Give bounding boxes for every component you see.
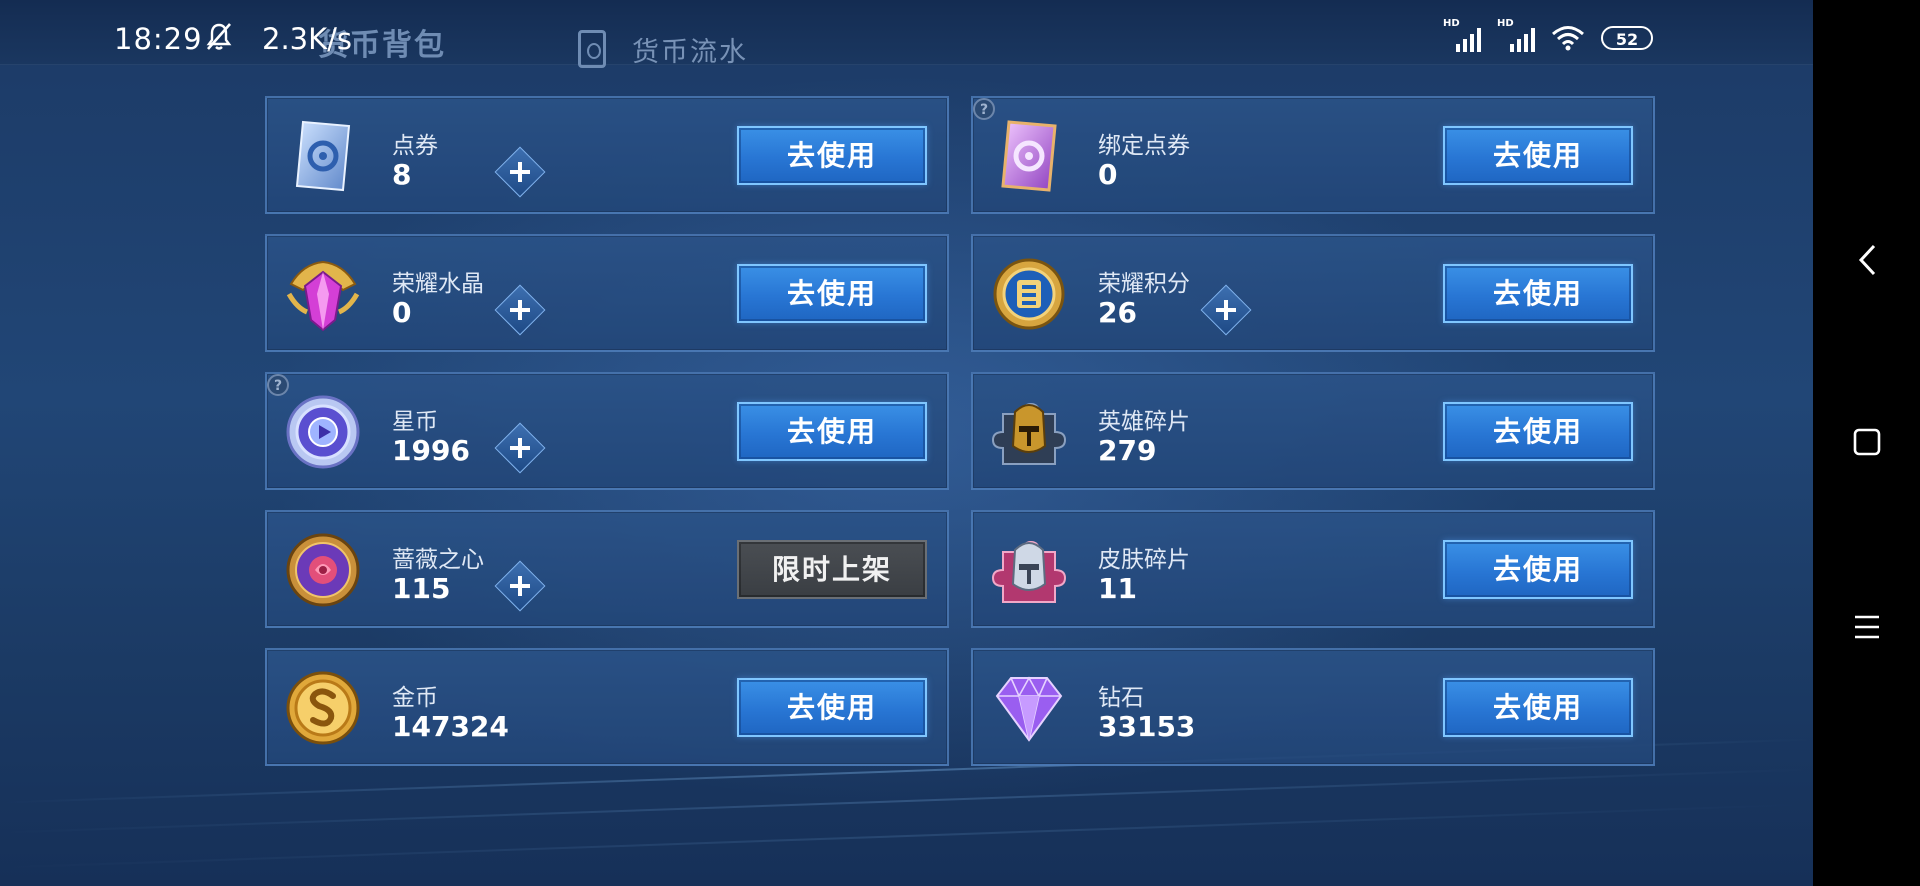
hero-fragment-icon xyxy=(991,402,1067,465)
status-bar: 18:29 2.3K/s HD HD 52 xyxy=(0,0,1813,70)
use-button[interactable]: 去使用 xyxy=(1443,678,1633,737)
currency-label: 英雄碎片 xyxy=(1098,409,1190,435)
network-speed: 2.3K/s xyxy=(262,22,353,56)
menu-icon xyxy=(1854,615,1879,639)
add-button[interactable] xyxy=(494,284,546,336)
use-button[interactable]: 去使用 xyxy=(1443,126,1633,185)
currency-card: 荣耀积分 26 去使用 xyxy=(971,234,1655,352)
currency-card: 蔷薇之心 115 限时上架 xyxy=(265,510,949,628)
use-button[interactable]: 去使用 xyxy=(1443,264,1633,323)
currency-value: 147324 xyxy=(392,710,509,743)
nav-menu-button[interactable] xyxy=(1813,597,1920,657)
use-button[interactable]: 去使用 xyxy=(1443,540,1633,599)
currency-label: 星币 xyxy=(392,409,438,435)
currency-card: 皮肤碎片 11 去使用 xyxy=(971,510,1655,628)
nav-back-button[interactable] xyxy=(1813,230,1920,290)
currency-card: ? 绑定点券 0 去使用 xyxy=(971,96,1655,214)
battery-indicator: 52 xyxy=(1601,26,1653,50)
currency-value: 115 xyxy=(392,572,451,605)
plus-icon xyxy=(503,569,537,603)
limited-time-button[interactable]: 限时上架 xyxy=(737,540,927,599)
currency-value: 11 xyxy=(1098,572,1137,605)
currency-label: 金币 xyxy=(392,685,438,711)
use-button[interactable]: 去使用 xyxy=(737,126,927,185)
currency-card: 金币 147324 去使用 xyxy=(265,648,949,766)
nav-home-button[interactable] xyxy=(1813,412,1920,472)
currency-value: 33153 xyxy=(1098,710,1196,743)
use-button[interactable]: 去使用 xyxy=(737,402,927,461)
rose-heart-icon xyxy=(286,533,360,607)
signal-hd-icon: HD xyxy=(1497,18,1535,52)
plus-icon xyxy=(503,155,537,189)
diamond-icon xyxy=(995,676,1063,742)
currency-value: 0 xyxy=(1098,158,1118,191)
use-button[interactable]: 去使用 xyxy=(1443,402,1633,461)
currency-label: 钻石 xyxy=(1098,685,1144,711)
gold-coin-icon xyxy=(286,671,360,745)
currency-label: 点券 xyxy=(392,133,438,159)
currency-card: ? 星币 1996 去使用 xyxy=(265,372,949,490)
currency-label: 皮肤碎片 xyxy=(1098,547,1190,573)
wifi-icon xyxy=(1552,26,1584,51)
currency-card: 荣耀水晶 0 去使用 xyxy=(265,234,949,352)
add-button[interactable] xyxy=(494,146,546,198)
currency-value: 279 xyxy=(1098,434,1157,467)
chevron-left-icon xyxy=(1858,244,1875,276)
currency-value: 0 xyxy=(392,296,412,329)
add-button[interactable] xyxy=(1200,284,1252,336)
glory-points-icon xyxy=(993,258,1065,330)
square-icon xyxy=(1853,428,1880,456)
status-time: 18:29 xyxy=(114,22,203,56)
use-button[interactable]: 去使用 xyxy=(737,264,927,323)
system-nav-bar xyxy=(1813,0,1920,886)
currency-label: 荣耀积分 xyxy=(1098,271,1190,297)
plus-icon xyxy=(503,431,537,465)
plus-icon xyxy=(503,293,537,327)
signal-hd-icon: HD xyxy=(1443,18,1481,52)
bound-voucher-card-icon xyxy=(1001,120,1057,192)
star-coin-icon xyxy=(286,395,360,469)
mute-bell-icon xyxy=(206,23,232,50)
glory-crystal-icon xyxy=(286,260,360,332)
currency-label: 荣耀水晶 xyxy=(392,271,484,297)
currency-value: 8 xyxy=(392,158,412,191)
skin-fragment-icon xyxy=(991,540,1067,603)
currency-card: 钻石 33153 去使用 xyxy=(971,648,1655,766)
currency-label: 蔷薇之心 xyxy=(392,547,484,573)
use-button[interactable]: 去使用 xyxy=(737,678,927,737)
currency-value: 26 xyxy=(1098,296,1137,329)
add-button[interactable] xyxy=(494,560,546,612)
plus-icon xyxy=(1209,293,1243,327)
currency-card: 点券 8 去使用 xyxy=(265,96,949,214)
voucher-card-icon xyxy=(295,120,351,192)
status-right-group: HD HD 52 xyxy=(1443,18,1653,54)
add-button[interactable] xyxy=(494,422,546,474)
currency-label: 绑定点券 xyxy=(1098,133,1190,159)
currency-card: 英雄碎片 279 去使用 xyxy=(971,372,1655,490)
currency-value: 1996 xyxy=(392,434,470,467)
